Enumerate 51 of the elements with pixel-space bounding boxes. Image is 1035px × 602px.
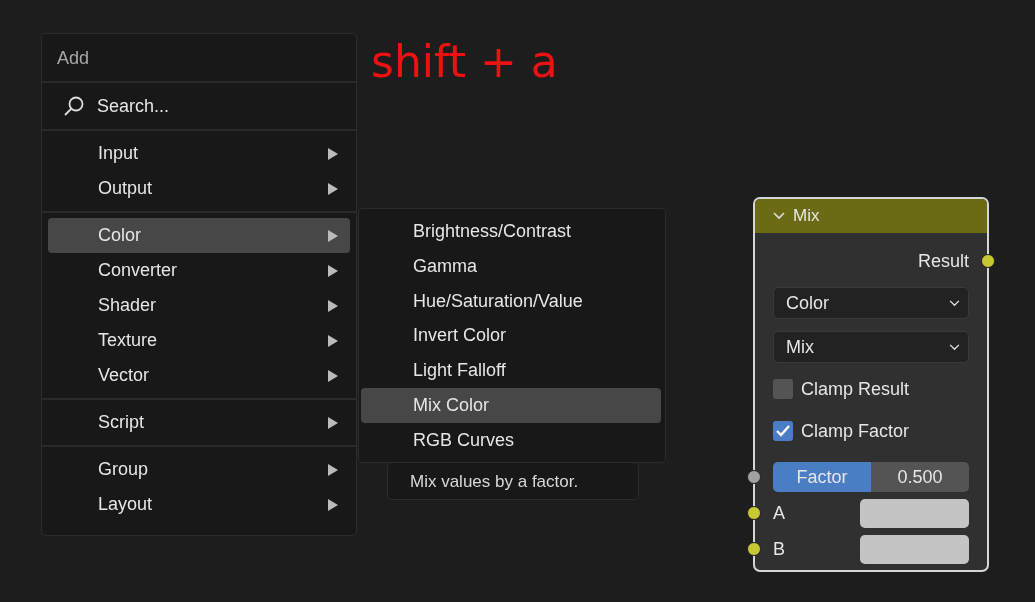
- menu-item[interactable]: Vector: [48, 358, 350, 393]
- checkbox[interactable]: [773, 421, 793, 441]
- menu-item[interactable]: Mix Color: [361, 388, 661, 423]
- submenu-arrow-icon: [328, 416, 338, 429]
- search-icon: [63, 95, 85, 117]
- menu-item[interactable]: Color: [48, 218, 350, 253]
- menu-title: Add: [42, 34, 356, 83]
- checkbox-label: Clamp Factor: [801, 420, 910, 442]
- chevron-down-icon: [949, 299, 960, 307]
- menu-item[interactable]: Brightness/Contrast: [361, 214, 661, 249]
- tooltip: Mix values by a factor.: [387, 462, 639, 500]
- menu-item[interactable]: Layout: [48, 487, 350, 522]
- submenu-arrow-icon: [328, 463, 338, 476]
- node-header[interactable]: Mix: [755, 199, 987, 233]
- menu-item[interactable]: Hue/Saturation/Value: [361, 283, 661, 319]
- chevron-down-icon: [949, 343, 960, 351]
- checkbox-label: Clamp Result: [801, 378, 910, 400]
- socket-label: A: [773, 502, 785, 524]
- submenu-arrow-icon: [328, 334, 338, 347]
- submenu-arrow-icon: [328, 299, 338, 312]
- menu-item[interactable]: Input: [48, 136, 350, 171]
- socket-label: B: [773, 538, 785, 560]
- submenu-arrow-icon: [328, 264, 338, 277]
- submenu-arrow-icon: [328, 182, 338, 195]
- dropdown[interactable]: Color: [773, 287, 969, 319]
- submenu-arrow-icon: [328, 369, 338, 382]
- menu-item[interactable]: Texture: [48, 323, 350, 358]
- menu-item[interactable]: Invert Color: [361, 318, 661, 354]
- socket-dot[interactable]: [747, 506, 761, 520]
- menu-item[interactable]: Converter: [48, 253, 350, 288]
- socket-label: Result: [917, 250, 969, 272]
- annotation-text: shift + a: [371, 36, 558, 87]
- menu-item[interactable]: Light Falloff: [361, 353, 661, 388]
- checkbox[interactable]: [773, 379, 793, 399]
- menu-item[interactable]: Output: [48, 171, 350, 206]
- menu-item[interactable]: RGB Curves: [361, 422, 661, 458]
- dropdown[interactable]: Mix: [773, 331, 969, 363]
- factor-slider[interactable]: Factor 0.500: [773, 462, 969, 492]
- search-field[interactable]: Search...: [97, 95, 297, 117]
- submenu-arrow-icon: [328, 498, 338, 511]
- menu-item[interactable]: Gamma: [361, 248, 661, 284]
- color-swatch[interactable]: [860, 498, 969, 528]
- socket-dot[interactable]: [981, 254, 995, 268]
- submenu-arrow-icon: [328, 229, 338, 242]
- socket-dot[interactable]: [747, 542, 761, 556]
- menu-item[interactable]: Group: [48, 452, 350, 487]
- socket-dot[interactable]: [747, 470, 761, 484]
- menu-item[interactable]: Script: [48, 405, 350, 440]
- submenu-arrow-icon: [328, 147, 338, 160]
- color-swatch[interactable]: [860, 534, 969, 564]
- menu-item[interactable]: Shader: [48, 288, 350, 323]
